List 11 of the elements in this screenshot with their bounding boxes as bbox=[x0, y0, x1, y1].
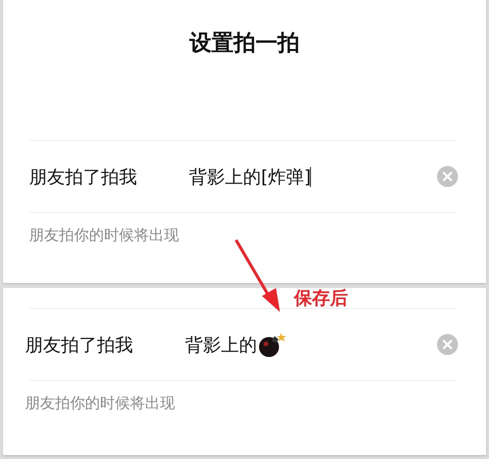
pat-prefix-label: 朋友拍了拍我 bbox=[29, 166, 138, 188]
hint-text: 朋友拍你的时候将出现 bbox=[28, 225, 180, 245]
annotation-label: 保存后 bbox=[294, 287, 348, 310]
clear-icon[interactable] bbox=[437, 166, 458, 187]
pat-suffix-field[interactable]: 背影上的[炸弹] bbox=[189, 164, 312, 188]
hint-text: 朋友拍你的时候将出现 bbox=[24, 393, 176, 413]
pat-suffix-field[interactable]: 背影上的 bbox=[185, 332, 287, 358]
page-title: 设置拍一拍 bbox=[190, 30, 300, 58]
clear-icon[interactable] bbox=[437, 334, 458, 355]
bomb-icon bbox=[257, 332, 287, 358]
pat-prefix-label: 朋友拍了拍我 bbox=[25, 334, 134, 356]
